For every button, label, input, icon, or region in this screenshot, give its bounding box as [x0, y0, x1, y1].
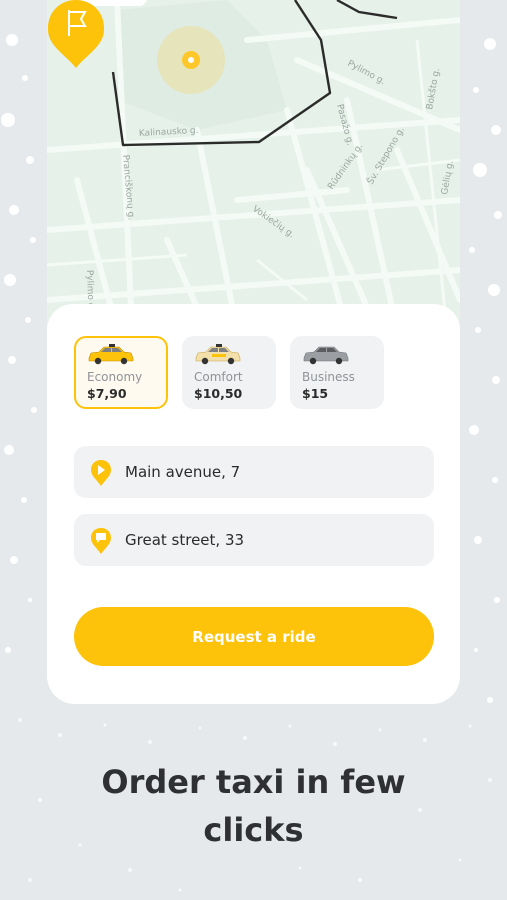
destination-address: Great street, 33: [125, 531, 245, 549]
ride-option-name: Comfort: [194, 370, 243, 384]
play-pin-icon: [91, 460, 111, 486]
ride-option-price: $10,50: [194, 386, 243, 401]
request-ride-button[interactable]: Request a ride: [74, 607, 434, 666]
ride-option-price: $7,90: [87, 386, 127, 401]
phone-screen: Pylimo g. Kalinausko g. Pranciškonų g. P…: [47, 0, 460, 704]
ride-option-business[interactable]: Business $15: [290, 336, 384, 409]
taxi-car-icon: [88, 344, 134, 365]
destination-field[interactable]: Great street, 33: [74, 514, 434, 566]
ride-option-economy[interactable]: Economy $7,90: [74, 336, 168, 409]
headline-line-2: clicks: [203, 811, 304, 849]
pickup-field[interactable]: Main avenue, 7: [74, 446, 434, 498]
flag-pin-icon[interactable]: [47, 0, 105, 58]
ride-option-name: Economy: [87, 370, 143, 384]
headline-line-1: Order taxi in few: [101, 763, 406, 801]
location-marker-icon[interactable]: [157, 26, 225, 94]
ride-option-name: Business: [302, 370, 355, 384]
pickup-address: Main avenue, 7: [125, 463, 241, 481]
map-view[interactable]: Pylimo g. Kalinausko g. Pranciškonų g. P…: [47, 0, 460, 330]
taxi-car-icon: [195, 344, 241, 365]
ride-options: Economy $7,90 Comfort $10,50 Business $1…: [74, 336, 384, 409]
message-pin-icon: [91, 528, 111, 554]
ride-option-comfort[interactable]: Comfort $10,50: [182, 336, 276, 409]
ride-option-price: $15: [302, 386, 329, 401]
promo-headline: Order taxi in few clicks: [0, 758, 507, 854]
ride-request-sheet: Economy $7,90 Comfort $10,50 Business $1…: [47, 304, 460, 704]
taxi-car-icon: [303, 346, 349, 365]
map-streets: Pylimo g. Kalinausko g. Pranciškonų g. P…: [47, 0, 460, 330]
